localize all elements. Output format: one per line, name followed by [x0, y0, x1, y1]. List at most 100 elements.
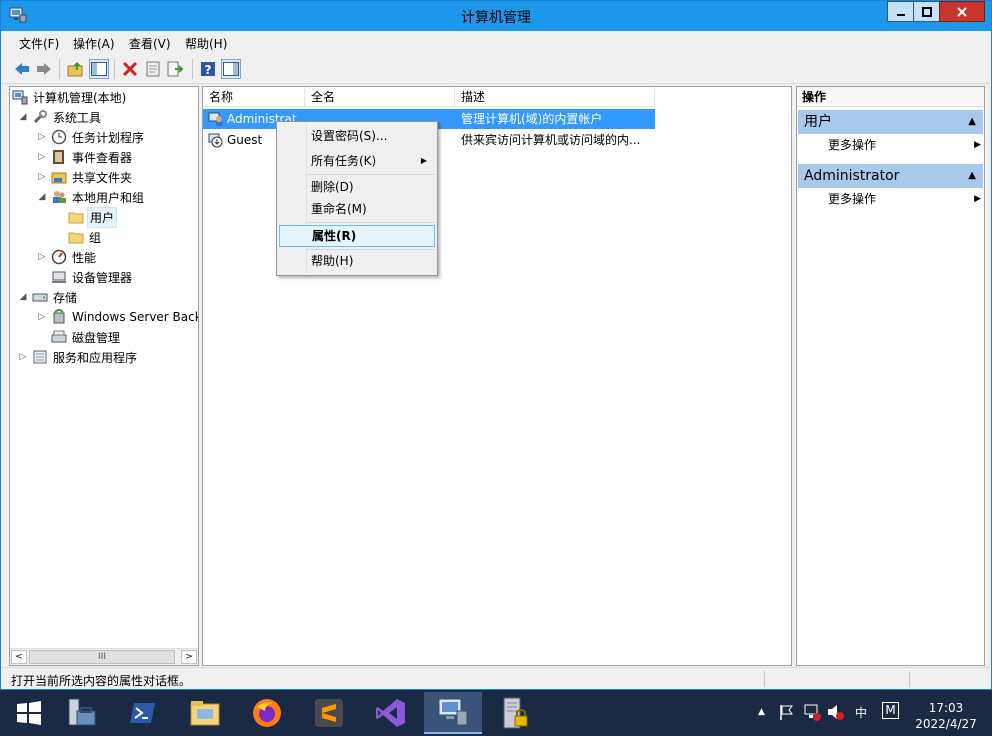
action-more-actions-administrator[interactable]: 更多操作 ▶: [828, 189, 983, 209]
server-lock-icon: [503, 697, 528, 729]
tree-item-event-viewer[interactable]: ▷ 事件查看器: [37, 147, 134, 167]
taskbar-computer-management[interactable]: [424, 692, 482, 734]
up-one-level-button[interactable]: [66, 59, 86, 79]
expanded-arrow-icon[interactable]: ◢: [37, 192, 47, 202]
collapsed-arrow-icon[interactable]: ▷: [37, 252, 47, 262]
network-icon[interactable]: [803, 703, 821, 724]
menu-help[interactable]: 帮助(H): [185, 35, 227, 52]
menu-item-properties[interactable]: 属性(R): [279, 225, 435, 247]
tree-item-label: 事件查看器: [72, 150, 133, 165]
back-arrow-icon: [15, 63, 29, 75]
show-hidden-icons-button[interactable]: ▲: [758, 707, 765, 717]
taskbar-powershell[interactable]: [114, 692, 172, 734]
menu-item-delete[interactable]: 删除(D): [279, 176, 435, 198]
menu-item-help[interactable]: 帮助(H): [279, 250, 435, 272]
help-button[interactable]: ?: [198, 59, 218, 79]
tree-item-users[interactable]: 用户: [68, 206, 118, 228]
menu-item-rename[interactable]: 重命名(M): [279, 198, 435, 220]
column-header-fullname[interactable]: 全名: [305, 87, 455, 107]
expanded-arrow-icon[interactable]: ◢: [18, 292, 28, 302]
shared-folder-icon: [51, 172, 67, 184]
tree-item-task-scheduler[interactable]: ▷ 任务计划程序: [37, 127, 146, 147]
menu-item-set-password[interactable]: 设置密码(S)...: [279, 125, 435, 147]
tree-item-services-applications[interactable]: ▷ 服务和应用程序: [18, 347, 139, 367]
taskbar-clock[interactable]: 17:03 2022/4/27: [906, 700, 986, 732]
tree-item-shared-folders[interactable]: ▷ 共享文件夹: [37, 167, 134, 187]
tree-item-computer-management-local[interactable]: 计算机管理(本地): [12, 87, 128, 107]
ime-mode-indicator[interactable]: M: [882, 702, 899, 719]
properties-button[interactable]: [143, 59, 163, 79]
clock-time: 17:03: [928, 701, 964, 715]
action-more-actions-users[interactable]: 更多操作 ▶: [828, 135, 983, 155]
tree-item-performance[interactable]: ▷ 性能: [37, 247, 98, 267]
start-icon: [17, 701, 41, 725]
actions-section-administrator[interactable]: Administrator ▲: [798, 164, 983, 188]
taskbar-file-explorer[interactable]: [176, 692, 234, 734]
menu-item-all-tasks[interactable]: 所有任务(K) ▶: [279, 150, 435, 172]
collapsed-arrow-icon[interactable]: ▷: [37, 172, 47, 182]
menu-view[interactable]: 查看(V): [129, 35, 171, 52]
tree-horizontal-scrollbar[interactable]: < III >: [10, 648, 198, 665]
scroll-right-button[interactable]: >: [181, 650, 197, 664]
computer-management-icon: [438, 698, 468, 726]
collapsed-arrow-icon[interactable]: ▷: [18, 352, 28, 362]
taskbar-visual-studio[interactable]: [362, 692, 420, 734]
menu-bar: 文件(F) 操作(A) 查看(V) 帮助(H): [2, 32, 990, 53]
taskbar-server-manager[interactable]: [52, 692, 110, 734]
scroll-thumb[interactable]: III: [29, 650, 175, 664]
actions-pane: 操作 用户 ▲ 更多操作 ▶ Administrator ▲ 更多操作 ▶: [796, 86, 985, 666]
console-tree-pane: 计算机管理(本地) ◢ 系统工具 ▷ 任务计划程序 ▷ 事件查看器 ▷ 共享文件…: [9, 86, 199, 666]
close-button[interactable]: [939, 1, 985, 22]
disabled-user-icon: [208, 133, 223, 148]
tree-item-windows-server-backup[interactable]: ▷ Windows Server Back: [37, 307, 198, 327]
show-hide-action-pane-button[interactable]: [221, 59, 241, 79]
tree-item-groups[interactable]: 组: [68, 227, 103, 247]
firefox-icon: [253, 699, 281, 727]
title-bar[interactable]: 计算机管理: [1, 1, 991, 31]
users-groups-icon: [53, 191, 66, 203]
maximize-button[interactable]: [913, 1, 940, 22]
collapse-caret-icon[interactable]: ▲: [968, 110, 976, 134]
delete-icon: [122, 61, 138, 77]
menu-action[interactable]: 操作(A): [73, 35, 115, 52]
server-manager-icon: [68, 698, 96, 726]
actions-section-users[interactable]: 用户 ▲: [798, 110, 983, 134]
show-hide-console-tree-button[interactable]: [89, 59, 109, 79]
volume-muted-icon[interactable]: [826, 703, 844, 724]
taskbar-firefox[interactable]: [238, 692, 296, 734]
cell-description: 管理计算机(域)的内置帐户: [461, 112, 603, 126]
expanded-arrow-icon[interactable]: ◢: [18, 112, 28, 122]
column-header-name[interactable]: 名称: [203, 87, 305, 107]
back-button[interactable]: [12, 59, 32, 79]
scroll-left-button[interactable]: <: [11, 650, 27, 664]
tree-item-device-manager[interactable]: 设备管理器: [51, 267, 134, 287]
minimize-icon: [896, 13, 905, 16]
export-list-icon: [167, 61, 184, 77]
toolbar: ?: [2, 54, 990, 84]
tree-item-label: 组: [89, 230, 102, 245]
collapse-caret-icon[interactable]: ▲: [968, 164, 976, 188]
minimize-button[interactable]: [887, 1, 914, 22]
ime-language-indicator[interactable]: 中: [855, 704, 867, 721]
tree-item-system-tools[interactable]: ◢ 系统工具: [18, 107, 103, 127]
export-list-button[interactable]: [166, 59, 186, 79]
taskbar-sublime-text[interactable]: [300, 692, 358, 734]
column-header-description[interactable]: 描述: [455, 87, 655, 107]
delete-button[interactable]: [120, 59, 140, 79]
taskbar: ▲ 中 M 17:03 2022/4/27: [0, 690, 992, 736]
action-center-flag-icon[interactable]: [778, 703, 794, 724]
tree-item-storage[interactable]: ◢ 存储: [18, 287, 79, 307]
sublime-text-icon: [315, 699, 343, 727]
collapsed-arrow-icon[interactable]: ▷: [37, 132, 47, 142]
backup-icon: [53, 309, 65, 324]
tree-item-disk-management[interactable]: 磁盘管理: [51, 327, 122, 347]
submenu-arrow-icon: ▶: [974, 194, 981, 204]
collapsed-arrow-icon[interactable]: ▷: [37, 312, 47, 322]
context-menu: 设置密码(S)... 所有任务(K) ▶ 删除(D) 重命名(M) 属性(R) …: [276, 121, 438, 276]
forward-button[interactable]: [34, 59, 54, 79]
tree-item-local-users-groups[interactable]: ◢ 本地用户和组: [37, 187, 146, 207]
taskbar-server-lock[interactable]: [486, 692, 544, 734]
menu-file[interactable]: 文件(F): [19, 35, 59, 52]
collapsed-arrow-icon[interactable]: ▷: [37, 152, 47, 162]
start-button[interactable]: [0, 692, 58, 734]
